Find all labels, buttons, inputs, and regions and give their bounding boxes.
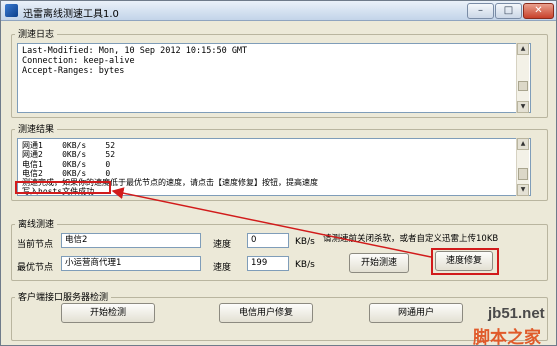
watermark-brand: 脚本之家 bbox=[473, 328, 541, 346]
arrow-line bbox=[111, 187, 432, 258]
app-window: 迅雷离线测速工具1.0 – □ ✕ 测速日志 Last-Modified: Mo… bbox=[0, 0, 557, 346]
watermark-domain: jb51.net bbox=[488, 305, 545, 322]
annotation-arrow bbox=[111, 187, 432, 258]
